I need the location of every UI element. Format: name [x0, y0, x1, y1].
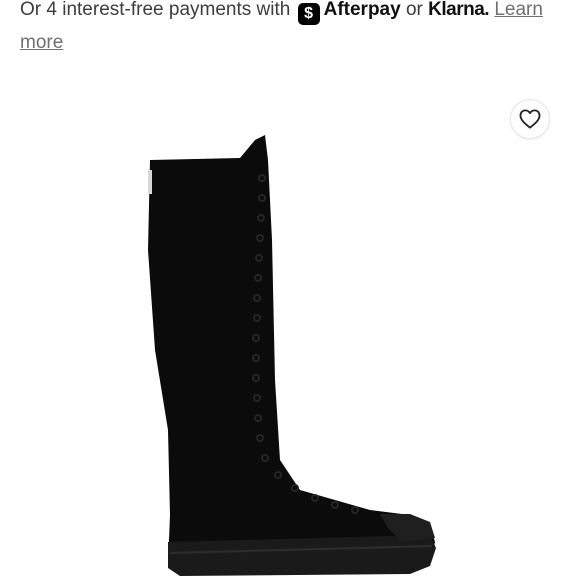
product-image [148, 135, 436, 576]
klarna-label: Klarna. [428, 0, 490, 20]
favorite-button[interactable] [510, 99, 550, 139]
payment-prefix: Or 4 interest-free payments with [20, 0, 291, 20]
heart-icon [519, 109, 541, 129]
or-text: or [405, 0, 423, 20]
boot-sole [168, 535, 436, 576]
payment-options-text: Or 4 interest-free payments with $ Afterp… [20, 0, 565, 59]
boot-shaft [148, 135, 435, 575]
afterpay-label: Afterpay [323, 0, 401, 20]
afterpay-icon: $ [297, 3, 320, 25]
